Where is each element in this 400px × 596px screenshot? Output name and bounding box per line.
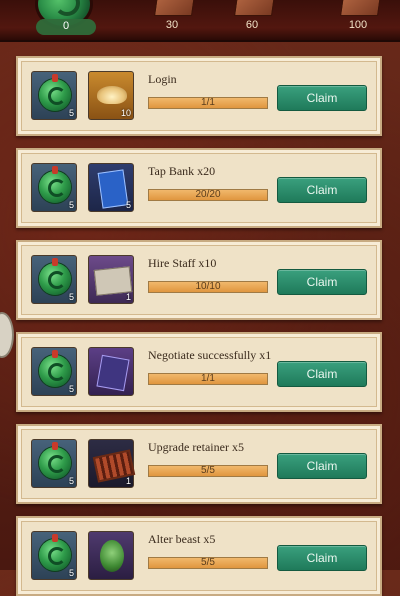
task-progress-bar: 20/20 bbox=[148, 189, 268, 201]
item-count: 5 bbox=[68, 476, 74, 486]
task-progress-bar: 5/5 bbox=[148, 557, 268, 569]
jade-reward-slot[interactable]: 5 bbox=[31, 439, 77, 488]
jade-icon bbox=[39, 166, 71, 203]
item-count: 5 bbox=[68, 384, 74, 394]
jade-reward-slot[interactable]: 5 bbox=[31, 531, 77, 580]
milestone-label: 100 bbox=[348, 19, 368, 31]
jade-icon bbox=[39, 534, 71, 571]
jade-reward-slot[interactable]: 5 bbox=[31, 347, 77, 396]
item-count: 5 bbox=[68, 200, 74, 210]
task-row-hire-staff: 5 1 Hire Staff x10 10/10 Claim bbox=[16, 240, 382, 320]
activity-progress-bar: 0 30 60 100 bbox=[0, 0, 400, 42]
milestone-label: 30 bbox=[165, 19, 179, 31]
reward-slot[interactable]: 5 bbox=[88, 163, 134, 212]
ticket-icon bbox=[96, 354, 130, 392]
task-title: Hire Staff x10 bbox=[148, 256, 217, 270]
item-count: 5 bbox=[125, 200, 131, 210]
jade-icon bbox=[39, 442, 71, 479]
task-row-alter-beast: 5 Alter beast x5 5/5 Claim bbox=[16, 516, 382, 596]
item-count: 10 bbox=[120, 108, 131, 118]
item-count: 1 bbox=[125, 476, 131, 486]
milestone-chest-icon[interactable] bbox=[340, 0, 382, 16]
claim-button[interactable]: Claim bbox=[277, 269, 367, 295]
score-value: 0 bbox=[62, 20, 70, 32]
task-title: Negotiate successfully x1 bbox=[148, 348, 272, 362]
item-count: 5 bbox=[68, 292, 74, 302]
claim-button[interactable]: Claim bbox=[277, 177, 367, 203]
item-count: 1 bbox=[125, 292, 131, 302]
task-progress-bar: 1/1 bbox=[148, 373, 268, 385]
task-row-negotiate: 5 Negotiate successfully x1 1/1 Claim bbox=[16, 332, 382, 412]
task-progress-bar: 10/10 bbox=[148, 281, 268, 293]
reward-slot[interactable] bbox=[88, 347, 134, 396]
task-title: Upgrade retainer x5 bbox=[148, 440, 244, 454]
jade-icon bbox=[39, 258, 71, 295]
claim-button[interactable]: Claim bbox=[277, 545, 367, 571]
task-title: Login bbox=[148, 72, 177, 86]
milestone-chest-icon[interactable] bbox=[154, 0, 196, 16]
claim-button[interactable]: Claim bbox=[277, 453, 367, 479]
claim-button[interactable]: Claim bbox=[277, 85, 367, 111]
progress-text: 1/1 bbox=[201, 373, 215, 384]
task-progress-bar: 1/1 bbox=[148, 97, 268, 109]
reward-slot[interactable] bbox=[88, 531, 134, 580]
progress-text: 1/1 bbox=[201, 97, 215, 108]
task-progress-bar: 5/5 bbox=[148, 465, 268, 477]
reward-slot[interactable]: 10 bbox=[88, 71, 134, 120]
item-count: 5 bbox=[68, 108, 74, 118]
task-row-login: 5 10 Login 1/1 Claim bbox=[16, 56, 382, 136]
task-title: Tap Bank x20 bbox=[148, 164, 216, 178]
jade-reward-slot[interactable]: 5 bbox=[31, 255, 77, 304]
milestone-chest-icon[interactable] bbox=[234, 0, 276, 16]
jade-icon bbox=[39, 350, 71, 387]
jade-reward-slot[interactable]: 5 bbox=[31, 163, 77, 212]
beetle-icon bbox=[100, 540, 124, 572]
progress-text: 20/20 bbox=[195, 189, 221, 200]
side-toggle-handle[interactable] bbox=[0, 312, 14, 358]
task-title: Alter beast x5 bbox=[148, 532, 216, 546]
jade-reward-slot[interactable]: 5 bbox=[31, 71, 77, 120]
task-row-upgrade-retainer: 5 1 Upgrade retainer x5 5/5 Claim bbox=[16, 424, 382, 504]
reward-slot[interactable]: 1 bbox=[88, 439, 136, 488]
reward-slot[interactable]: 1 bbox=[88, 255, 134, 304]
claim-button[interactable]: Claim bbox=[277, 361, 367, 387]
bank-card-icon bbox=[97, 169, 129, 209]
task-row-tap-bank: 5 5 Tap Bank x20 20/20 Claim bbox=[16, 148, 382, 228]
progress-text: 5/5 bbox=[201, 557, 215, 568]
progress-text: 5/5 bbox=[201, 465, 215, 476]
jade-icon bbox=[39, 74, 71, 111]
progress-text: 10/10 bbox=[195, 281, 221, 292]
gold-ingot-icon bbox=[97, 86, 127, 104]
milestone-label: 60 bbox=[245, 19, 259, 31]
